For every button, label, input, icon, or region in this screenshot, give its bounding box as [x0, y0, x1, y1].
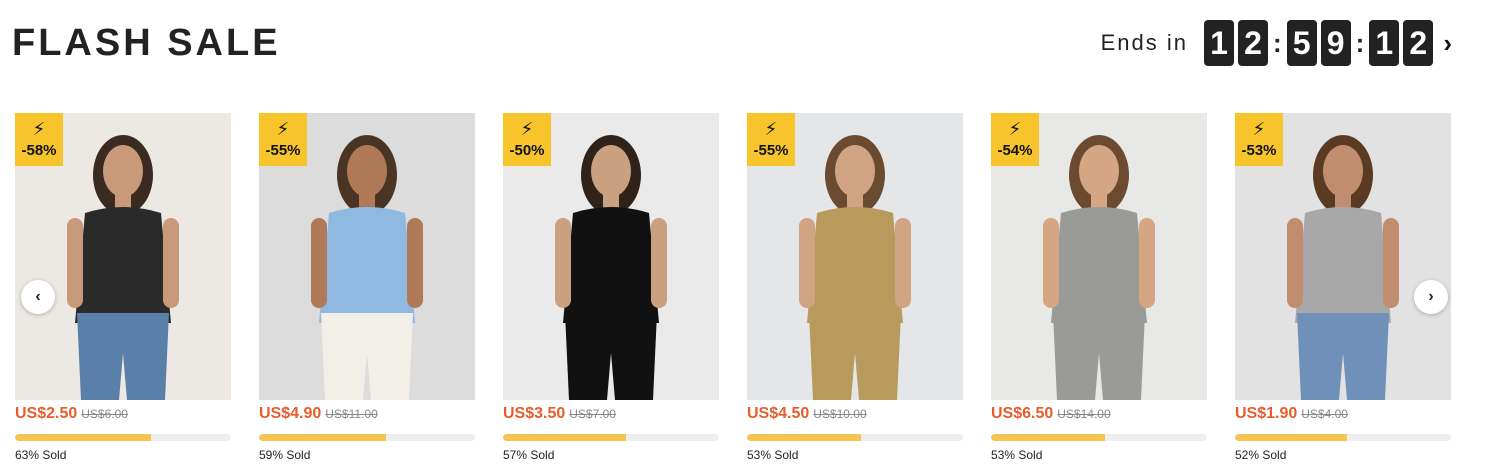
sold-progress-bar [15, 434, 231, 441]
timer-digit-minute-ones: 9 [1320, 20, 1351, 66]
discount-percent: -54% [997, 142, 1033, 159]
sold-label: 59% Sold [259, 448, 311, 462]
original-price: US$4.00 [1301, 407, 1348, 421]
product-card-5[interactable]: ⚡︎ -54% US$6.50 US$14.00 53% Sold [991, 113, 1207, 462]
discount-badge: ⚡︎ -50% [503, 113, 551, 166]
discount-badge: ⚡︎ -55% [259, 113, 307, 166]
sold-label: 52% Sold [1235, 448, 1287, 462]
carousel-next-button[interactable]: › [1414, 280, 1448, 314]
product-card-4[interactable]: ⚡︎ -55% US$4.50 US$10.00 53% Sold [747, 113, 963, 462]
product-image[interactable]: ⚡︎ -58% [15, 113, 231, 400]
chevron-right-icon: › [1428, 288, 1434, 305]
discount-percent: -55% [753, 142, 789, 159]
sale-price: US$6.50 [991, 405, 1054, 422]
discount-percent: -50% [509, 142, 545, 159]
original-price: US$7.00 [569, 407, 616, 421]
sold-progress-fill [259, 434, 387, 441]
lightning-icon: ⚡︎ [520, 119, 534, 139]
sold-label: 53% Sold [991, 448, 1043, 462]
sold-label: 57% Sold [503, 448, 555, 462]
price-row: US$4.50 US$10.00 [747, 405, 963, 423]
carousel-prev-button[interactable]: ‹ [21, 280, 55, 314]
discount-badge: ⚡︎ -54% [991, 113, 1039, 166]
discount-percent: -55% [265, 142, 301, 159]
price-row: US$4.90 US$11.00 [259, 405, 475, 423]
product-image[interactable]: ⚡︎ -55% [259, 113, 475, 400]
original-price: US$14.00 [1057, 407, 1111, 421]
product-carousel: ⚡︎ -58% US$2.50 US$6.00 63% Sold ⚡︎ -55%… [15, 113, 1451, 462]
product-image[interactable]: ⚡︎ -55% [747, 113, 963, 400]
lightning-icon: ⚡︎ [276, 119, 290, 139]
timer-digit-hour-tens: 1 [1203, 20, 1234, 66]
ends-in-label: Ends in [1100, 30, 1188, 55]
price-row: US$2.50 US$6.00 [15, 405, 231, 423]
original-price: US$10.00 [813, 407, 867, 421]
chevron-left-icon: ‹ [35, 288, 41, 305]
sold-progress-fill [503, 434, 627, 441]
sold-progress-bar [747, 434, 963, 441]
sold-progress-bar [1235, 434, 1451, 441]
price-row: US$3.50 US$7.00 [503, 405, 719, 423]
discount-percent: -58% [21, 142, 57, 159]
sold-label: 53% Sold [747, 448, 799, 462]
original-price: US$6.00 [81, 407, 128, 421]
chevron-right-icon[interactable]: › [1443, 28, 1452, 59]
timer-separator: : [1272, 27, 1282, 58]
sale-price: US$3.50 [503, 405, 566, 422]
sold-progress-bar [259, 434, 475, 441]
sale-price: US$2.50 [15, 405, 78, 422]
product-image[interactable]: ⚡︎ -53% [1235, 113, 1451, 400]
timer-digit-minute-tens: 5 [1286, 20, 1317, 66]
original-price: US$11.00 [325, 407, 378, 421]
sold-progress-fill [1235, 434, 1348, 441]
timer-separator: : [1355, 27, 1365, 58]
product-image[interactable]: ⚡︎ -54% [991, 113, 1207, 400]
sale-price: US$1.90 [1235, 405, 1298, 422]
discount-badge: ⚡︎ -53% [1235, 113, 1283, 166]
sale-price: US$4.90 [259, 405, 322, 422]
sold-progress-bar [503, 434, 719, 441]
lightning-icon: ⚡︎ [1008, 119, 1022, 139]
countdown-timer: Ends in 1 2 : 5 9 : 1 2 › [1101, 20, 1452, 66]
timer-digit-second-tens: 1 [1369, 20, 1400, 66]
timer-digit-hour-ones: 2 [1237, 20, 1268, 66]
page-title: FLASH SALE [12, 22, 281, 64]
discount-percent: -53% [1241, 142, 1277, 159]
sold-progress-fill [747, 434, 862, 441]
lightning-icon: ⚡︎ [1252, 119, 1266, 139]
lightning-icon: ⚡︎ [764, 119, 778, 139]
sold-progress-bar [991, 434, 1207, 441]
timer-digit-second-ones: 2 [1403, 20, 1434, 66]
price-row: US$6.50 US$14.00 [991, 405, 1207, 423]
sale-price: US$4.50 [747, 405, 810, 422]
product-card-2[interactable]: ⚡︎ -55% US$4.90 US$11.00 59% Sold [259, 113, 475, 462]
discount-badge: ⚡︎ -58% [15, 113, 63, 166]
sold-progress-fill [991, 434, 1106, 441]
sold-progress-fill [15, 434, 152, 441]
price-row: US$1.90 US$4.00 [1235, 405, 1451, 423]
product-card-3[interactable]: ⚡︎ -50% US$3.50 US$7.00 57% Sold [503, 113, 719, 462]
sold-label: 63% Sold [15, 448, 67, 462]
lightning-icon: ⚡︎ [32, 119, 46, 139]
product-image[interactable]: ⚡︎ -50% [503, 113, 719, 400]
discount-badge: ⚡︎ -55% [747, 113, 795, 166]
